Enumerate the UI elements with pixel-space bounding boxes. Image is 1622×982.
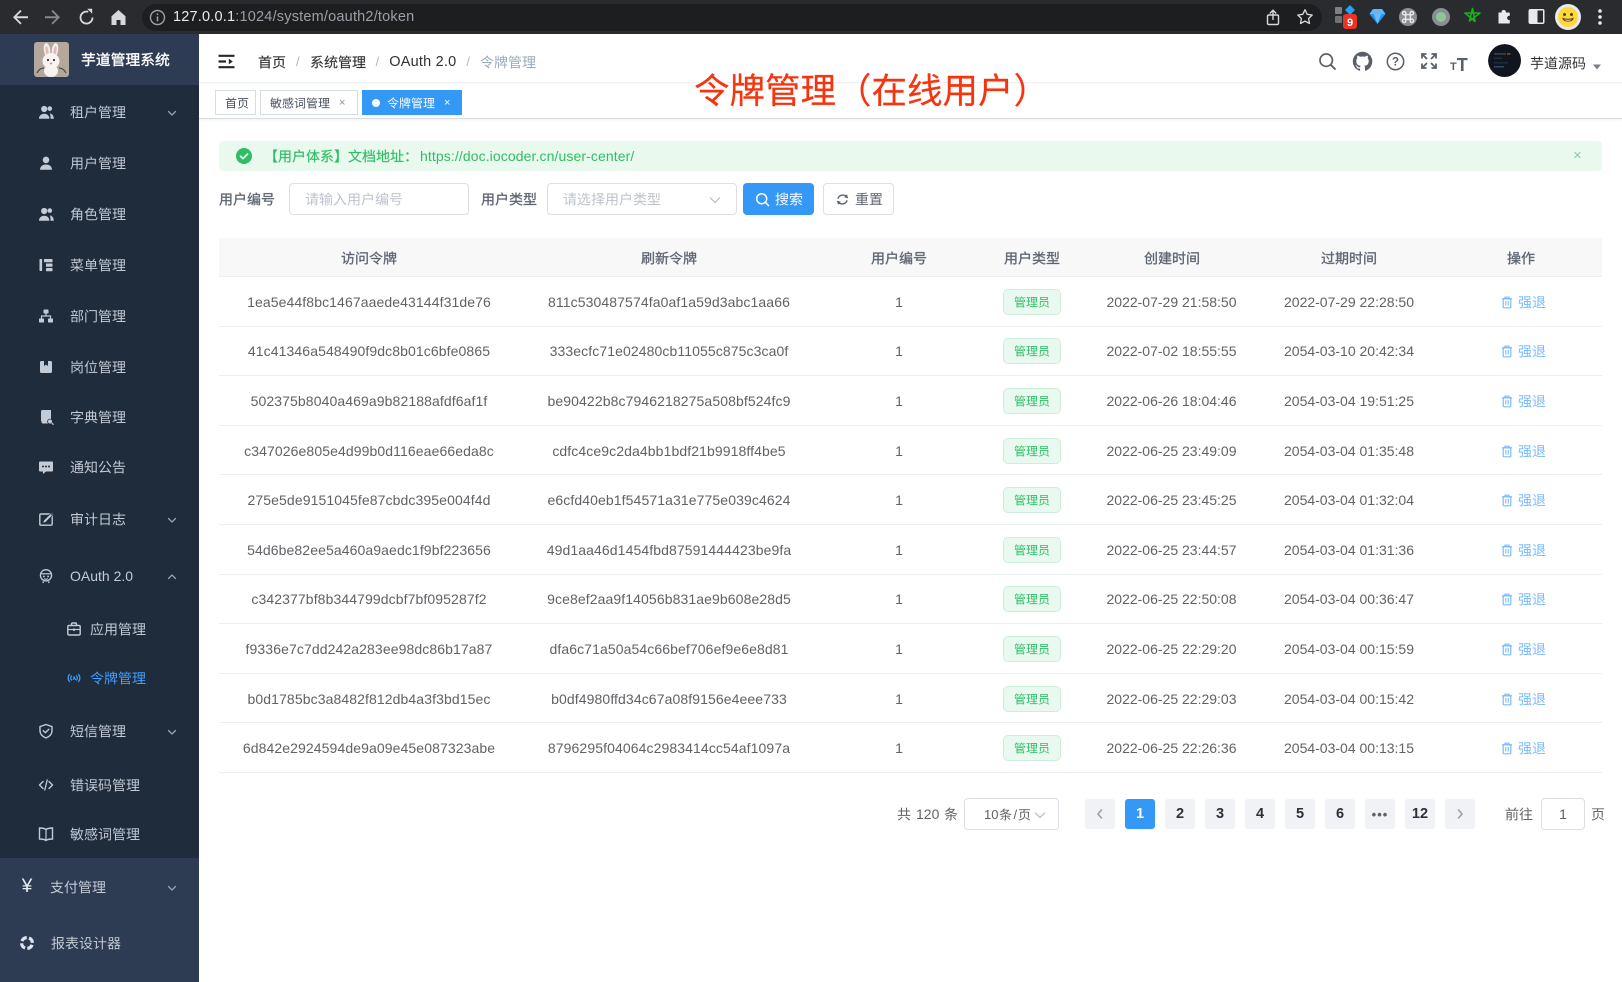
svg-text:9: 9 — [1347, 17, 1353, 29]
svg-text:?: ? — [1392, 57, 1399, 69]
